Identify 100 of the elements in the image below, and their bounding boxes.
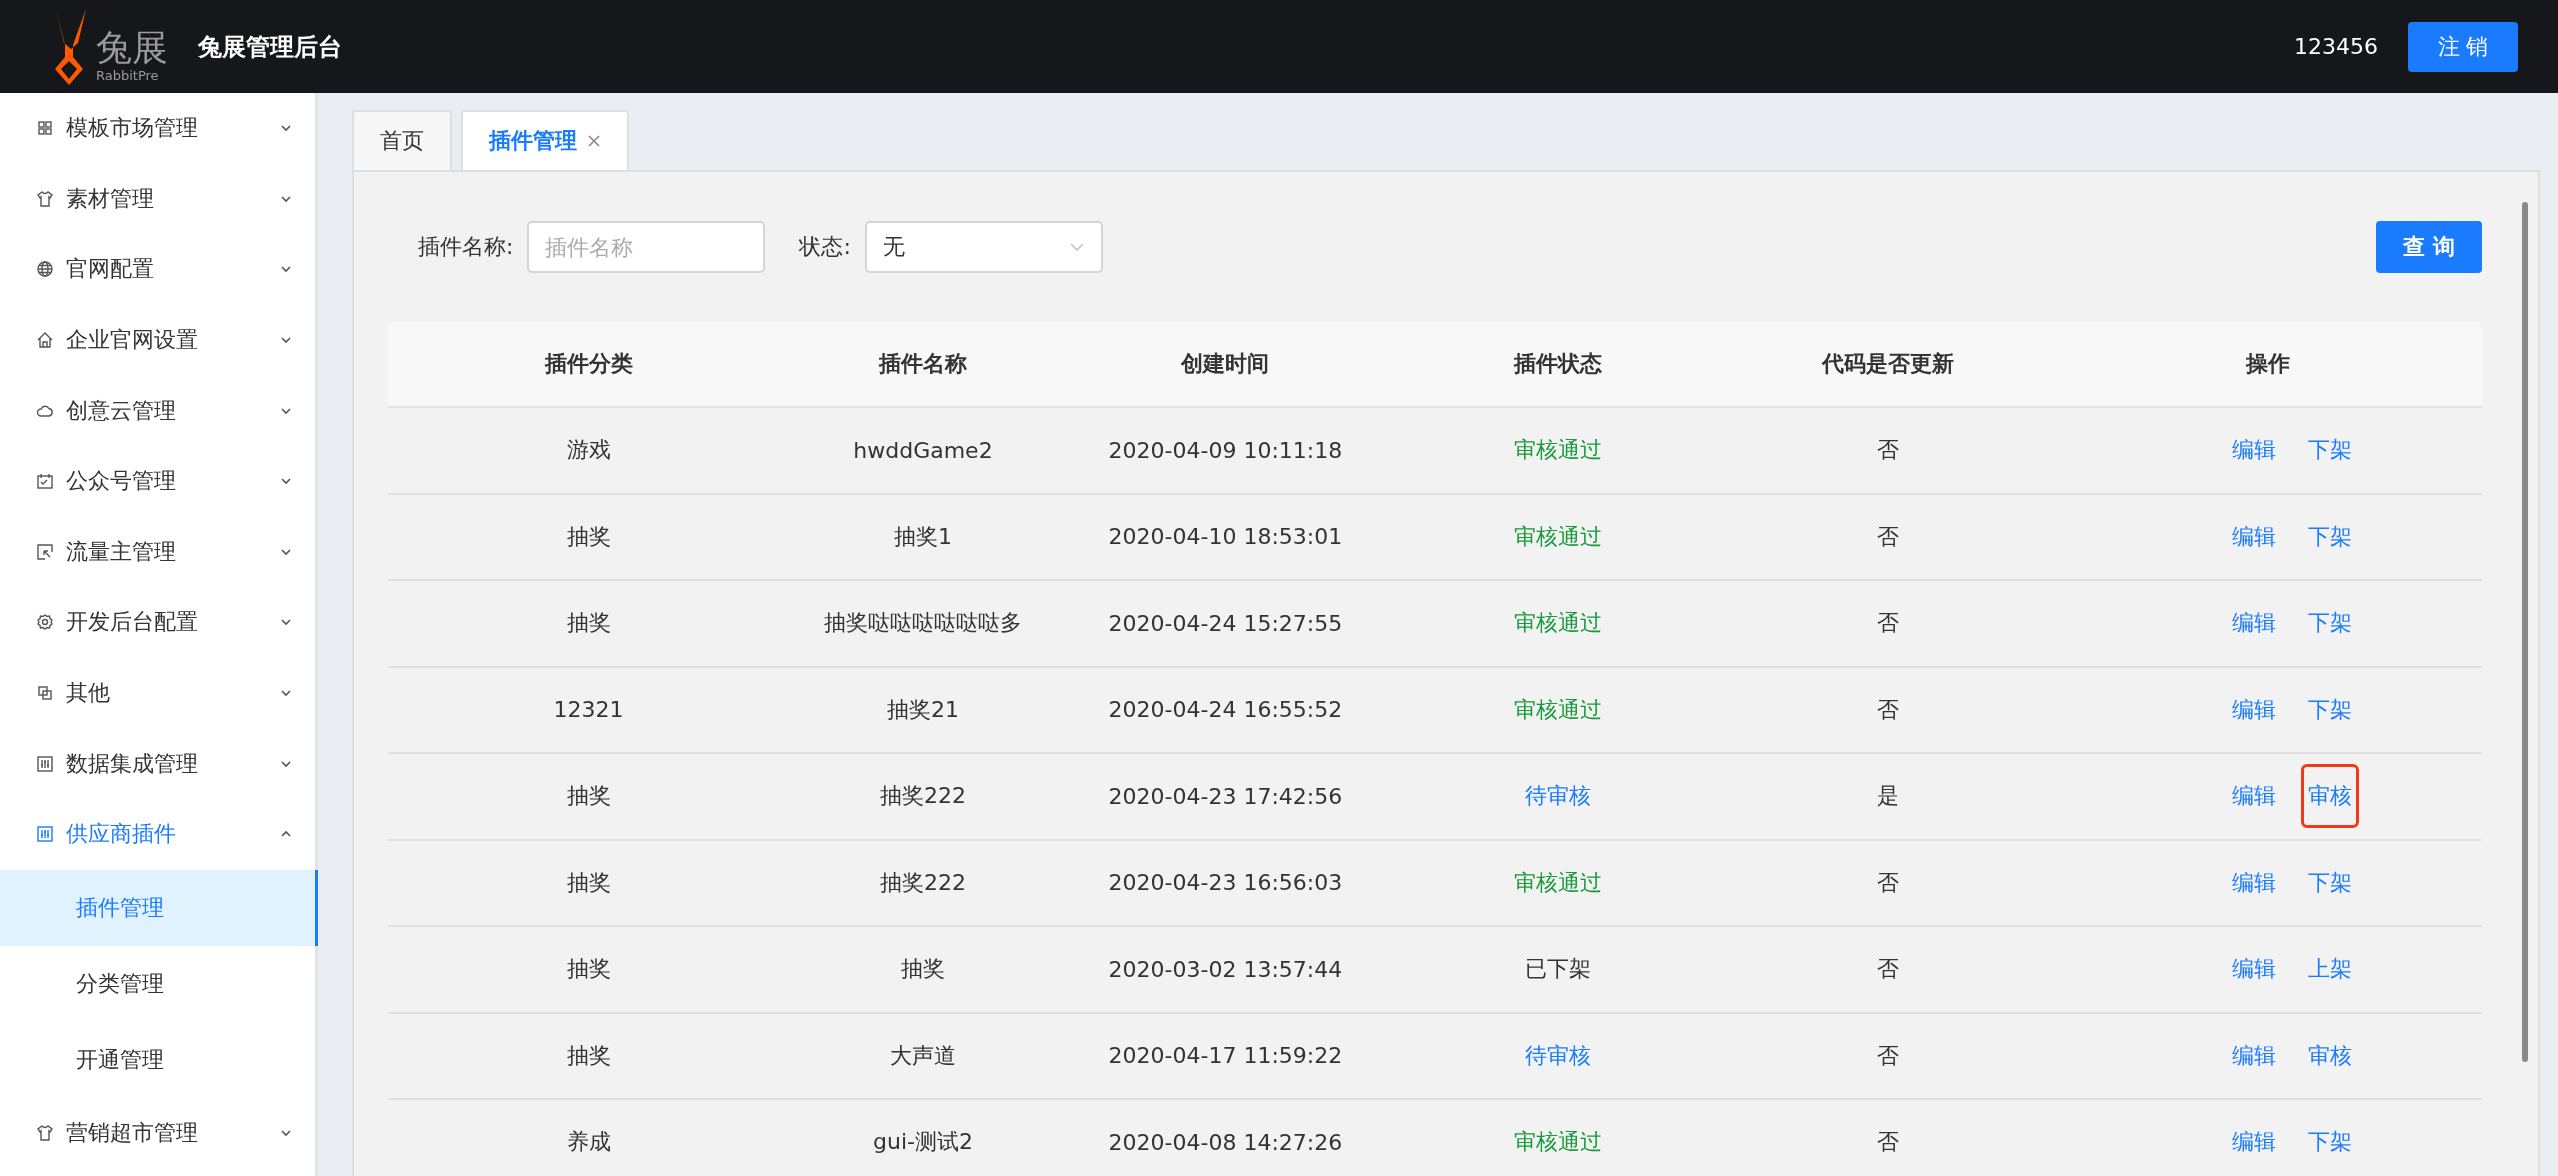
scrollbar[interactable]: [2522, 202, 2528, 1062]
tab[interactable]: 插件管理: [461, 110, 629, 170]
table-cell: 抽奖: [388, 1013, 790, 1100]
chevron-down-icon: [279, 405, 293, 416]
grid-icon: [36, 119, 54, 138]
action-link[interactable]: 上架: [2300, 947, 2359, 992]
app-title: 兔展管理后台: [198, 31, 342, 63]
column-header: 插件名称: [789, 322, 1057, 408]
action-link[interactable]: 编辑: [2224, 1120, 2283, 1165]
status-text: 审核通过: [1513, 436, 1602, 465]
status-text: 审核通过: [1513, 695, 1602, 724]
sidebar-item[interactable]: 开发后台配置: [0, 587, 315, 658]
sidebar-item[interactable]: 企业官网设置: [0, 304, 315, 376]
table-cell: 否: [1721, 1100, 2055, 1176]
chevron-down-icon: [279, 546, 293, 557]
table-cell: 游戏: [388, 408, 790, 495]
status-dropdown[interactable]: 无: [864, 221, 1103, 273]
logout-button[interactable]: 注 销: [2408, 21, 2518, 72]
tab[interactable]: 首页: [352, 110, 452, 170]
table-cell: 养成: [388, 1100, 790, 1176]
user-name: 123456: [2294, 34, 2378, 59]
action-link[interactable]: 编辑: [2224, 514, 2283, 559]
action-link[interactable]: 编辑: [2224, 601, 2283, 646]
status-text: 已下架: [1524, 955, 1591, 984]
table-cell: 2020-04-24 15:27:55: [1056, 581, 1395, 668]
sliders-icon: [36, 754, 54, 773]
close-icon[interactable]: [587, 134, 601, 148]
status-text: 审核通过: [1513, 609, 1602, 638]
table-cell: 是: [1721, 754, 2055, 841]
sidebar-item[interactable]: 其他: [0, 657, 315, 729]
action-link[interactable]: 编辑: [2224, 860, 2283, 905]
action-link[interactable]: 下架: [2300, 601, 2359, 646]
table-cell: 否: [1721, 408, 2055, 495]
sidebar-item[interactable]: 公众号管理: [0, 445, 315, 517]
table-cell: 否: [1721, 667, 2055, 754]
chevron-down-icon: [279, 335, 293, 346]
table-cell: 2020-04-08 14:27:26: [1056, 1100, 1395, 1176]
table-cell: 大声道: [789, 1013, 1057, 1100]
globe-icon: [36, 260, 54, 279]
sidebar-item[interactable]: 素材管理: [0, 163, 315, 235]
cursor-frame-icon: [36, 542, 54, 561]
action-link[interactable]: 编辑: [2224, 428, 2283, 473]
sidebar-item[interactable]: 流量主管理: [0, 516, 315, 588]
sidebar-item[interactable]: 数据集成管理: [0, 728, 315, 799]
chevron-down-icon: [279, 123, 293, 134]
sidebar-item[interactable]: 创意云管理: [0, 375, 315, 446]
action-link[interactable]: 下架: [2300, 687, 2359, 732]
action-link[interactable]: 下架: [2300, 514, 2359, 559]
name-input-field[interactable]: 插件名称: [527, 221, 766, 273]
shirt-icon: [36, 189, 54, 208]
table-cell: 抽奖222: [789, 754, 1057, 841]
settings-icon: [36, 613, 54, 632]
table-cell: 12321: [388, 667, 790, 754]
action-link[interactable]: 编辑: [2224, 774, 2283, 819]
house-icon: [36, 331, 54, 350]
action-link[interactable]: 下架: [2300, 428, 2359, 473]
table-cell: 抽奖: [789, 927, 1057, 1014]
status-text: 待审核: [1524, 1041, 1591, 1070]
action-link[interactable]: 审核: [2300, 1033, 2359, 1078]
status-text: 审核通过: [1513, 1128, 1602, 1157]
table-cell: 否: [1721, 581, 2055, 668]
table-cell: 抽奖21: [789, 667, 1057, 754]
table-cell: 否: [1721, 927, 2055, 1014]
action-link[interactable]: 下架: [2300, 1120, 2359, 1165]
action-link[interactable]: 审核: [2300, 764, 2359, 829]
sidebar-item[interactable]: 营销超市管理: [0, 1097, 315, 1169]
chevron-down-icon: [279, 476, 293, 487]
chevron-down-icon: [279, 1127, 293, 1138]
sidebar-subitem[interactable]: 插件管理: [0, 869, 318, 946]
table-cell: 否: [1721, 1013, 2055, 1100]
chevron-down-icon: [279, 688, 293, 699]
table-cell: 2020-04-23 16:56:03: [1056, 840, 1395, 927]
column-header: 插件状态: [1394, 322, 1722, 408]
table-cell: 抽奖: [388, 494, 790, 581]
calendar-icon: [36, 472, 54, 491]
table-cell: hwddGame2: [789, 408, 1057, 495]
column-header: 创建时间: [1056, 322, 1395, 408]
sidebar-item[interactable]: 模板市场管理: [0, 93, 315, 164]
action-link[interactable]: 编辑: [2224, 687, 2283, 732]
query-button[interactable]: 查 询: [2376, 221, 2482, 273]
sidebar-item[interactable]: 供应商插件: [0, 798, 315, 870]
logo-text: 兔展: [96, 27, 168, 68]
table-cell: 2020-04-09 10:11:18: [1056, 408, 1395, 495]
action-link[interactable]: 下架: [2300, 860, 2359, 905]
sidebar-subitem[interactable]: 分类管理: [0, 945, 318, 1022]
table-cell: 抽奖: [388, 754, 790, 841]
table-cell: 2020-04-17 11:59:22: [1056, 1013, 1395, 1100]
sidebar-item[interactable]: 官网配置: [0, 234, 315, 305]
action-link[interactable]: 编辑: [2224, 1033, 2283, 1078]
table-cell: 抽奖1: [789, 494, 1057, 581]
shirt-icon: [36, 1123, 54, 1142]
table-cell: gui-测试2: [789, 1100, 1057, 1176]
sidebar-subitem[interactable]: 开通管理: [0, 1021, 318, 1098]
action-link[interactable]: 编辑: [2224, 947, 2283, 992]
table-cell: 2020-04-24 16:55:52: [1056, 667, 1395, 754]
sliders-icon: [36, 825, 54, 844]
field-label: 状态:: [799, 233, 851, 261]
status-text: 审核通过: [1513, 868, 1602, 897]
table-cell: 2020-04-10 18:53:01: [1056, 494, 1395, 581]
table-cell: 否: [1721, 494, 2055, 581]
